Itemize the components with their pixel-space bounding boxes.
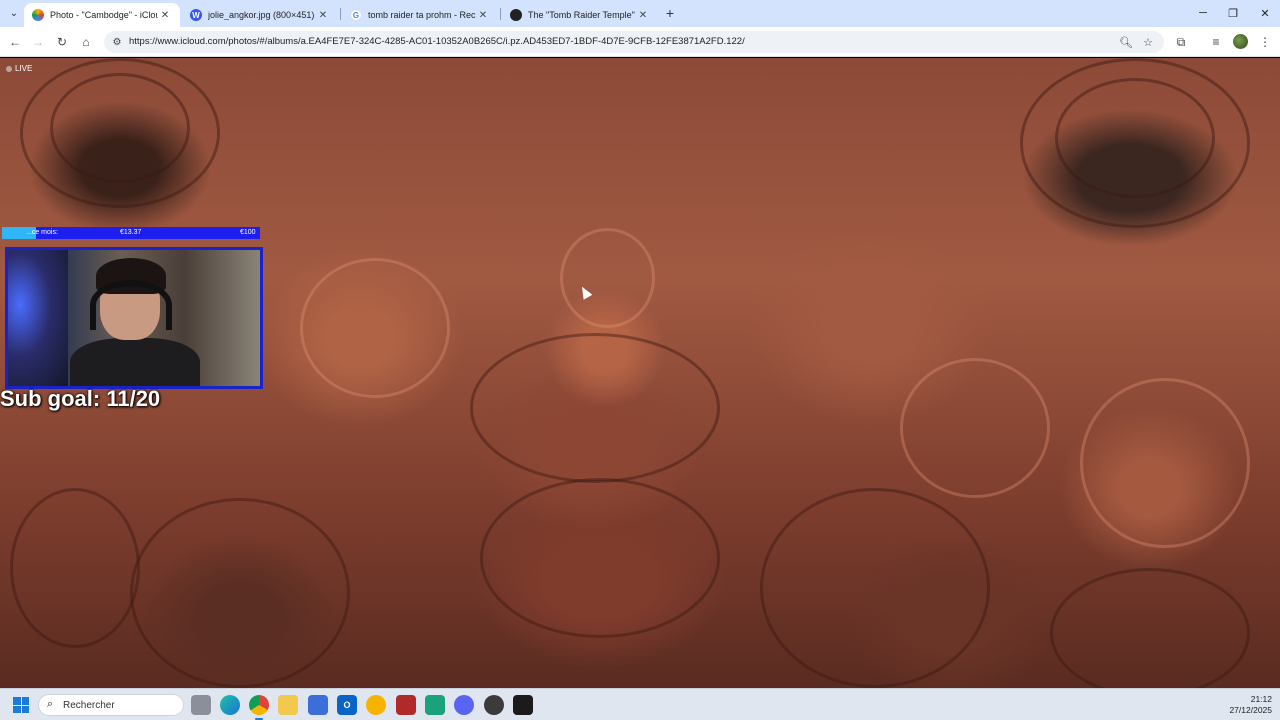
carving-scroll [300,258,450,398]
search-icon: ⌕ [47,698,54,710]
reload-icon[interactable]: ↻ [53,33,71,51]
system-clock[interactable]: 21:12 27/12/2025 [1229,694,1272,716]
close-icon[interactable]: ✕ [476,8,490,22]
forward-icon[interactable]: → [29,33,47,51]
carving-kala-head [480,478,720,638]
new-tab-icon[interactable]: + [662,5,678,21]
streamer-body [70,338,200,386]
bookmark-star-icon[interactable]: ☆ [1140,34,1156,50]
close-icon[interactable]: ✕ [636,8,650,22]
tab-title: jolie_angkor.jpg (800×451) [208,10,315,20]
carving-scroll [760,488,990,688]
carving-scroll [10,488,140,648]
close-window-icon[interactable]: ✕ [1250,4,1280,22]
tab-3[interactable]: The "Tomb Raider Temple" - Ta ✕ [502,3,658,27]
photos-icon [32,9,44,21]
restore-icon[interactable]: ❐ [1218,4,1248,22]
file-explorer-icon[interactable] [278,695,298,715]
tab-0[interactable]: Photo - "Cambodge" - iCloud P ✕ [24,3,180,27]
wordpress-icon: W [190,9,202,21]
discord-icon[interactable] [454,695,474,715]
minimize-icon[interactable]: ─ [1188,4,1218,22]
carving-scroll [1050,568,1250,688]
search-placeholder: Rechercher [63,700,115,711]
live-dot-icon [6,65,12,72]
tab-title: Photo - "Cambodge" - iCloud P [50,10,158,20]
tab-1[interactable]: W jolie_angkor.jpg (800×451) ✕ [182,3,338,27]
store-icon[interactable] [308,695,328,715]
sub-goal-bar: ...ce mois: €13.37 €100 [2,227,260,239]
sub-bar-amount: €13.37 [120,229,142,236]
taskbar: ⌕ Rechercher O 21:12 27/12/2025 [0,688,1280,720]
live-label: LIVE [15,64,33,73]
headset-icon [90,280,172,330]
live-indicator: LIVE [6,64,32,73]
sub-bar-label: ...ce mois: [26,229,58,236]
address-bar[interactable]: ⚙ https://www.icloud.com/photos/#/albums… [104,31,1164,53]
zoom-icon[interactable]: 🔍︎ [1118,34,1134,50]
carving-medallion [50,73,190,183]
obs-icon[interactable] [484,695,504,715]
tab-title: tomb raider ta prohm - Recherc [368,10,476,20]
url-text: https://www.icloud.com/photos/#/albums/a… [129,36,745,47]
spreadsheet-icon[interactable] [425,695,445,715]
carving-scroll [900,358,1050,498]
menu-icon[interactable]: ⋮ [1256,33,1274,51]
carving-deity [560,228,655,328]
close-icon[interactable]: ✕ [158,8,172,22]
norton-icon[interactable] [366,695,386,715]
sub-goal-text: Sub goal: 11/20 [0,386,161,411]
voicemeeter-icon[interactable] [396,695,416,715]
sub-bar-goal: €100 [240,229,256,236]
site-settings-icon[interactable]: ⚙ [110,35,124,49]
extensions-icon[interactable]: ⧉ [1172,33,1190,51]
google-icon: G [350,9,362,21]
task-view-icon[interactable] [191,695,211,715]
tab-search-chevron-icon[interactable]: ⌄ [4,4,24,22]
webcam-overlay [5,247,263,389]
profile-avatar[interactable] [1233,34,1248,49]
close-icon[interactable]: ✕ [316,8,330,22]
tab-2[interactable]: G tomb raider ta prohm - Recherc ✕ [342,3,498,27]
clock-time: 21:12 [1250,694,1272,704]
media-control-icon[interactable]: ≡ [1207,33,1225,51]
outlook-icon[interactable]: O [337,695,357,715]
taskbar-search[interactable]: ⌕ Rechercher [38,694,184,716]
audio-app-icon[interactable] [513,695,533,715]
tab-strip: ⌄ Photo - "Cambodge" - iCloud P ✕ W joli… [0,0,1280,27]
carving-scroll [1080,378,1250,548]
site-icon [510,9,522,21]
clock-date: 27/12/2025 [1229,705,1272,715]
tab-separator [500,8,501,20]
chrome-icon[interactable] [249,695,269,720]
tab-title: The "Tomb Raider Temple" - Ta [528,10,636,20]
carving-medallion [1055,78,1215,198]
tab-separator [340,8,341,20]
carving-elephants [470,333,720,483]
carving-scroll [130,498,350,688]
browser-toolbar: ← → ↻ ⌂ ⚙ https://www.icloud.com/photos/… [0,27,1280,57]
windows-start-icon[interactable] [13,697,29,713]
neon-light [8,250,68,386]
back-icon[interactable]: ← [6,33,24,51]
edge-icon[interactable] [220,695,240,715]
home-icon[interactable]: ⌂ [77,33,95,51]
